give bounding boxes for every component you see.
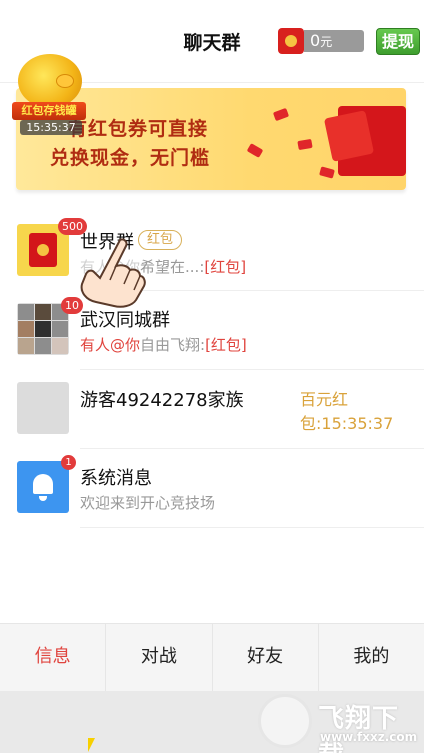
piggy-bank-widget[interactable]: 红包存钱罐 15:35:37 xyxy=(10,48,86,136)
message-red-packet: [红包] xyxy=(204,258,247,276)
watermark-logo-icon xyxy=(258,694,312,748)
red-envelope-icon xyxy=(338,106,406,176)
row-divider xyxy=(80,527,424,528)
tab-me[interactable]: 我的 xyxy=(319,624,424,691)
chat-name: 游客49242278家族 xyxy=(80,390,244,411)
tab-friends[interactable]: 好友 xyxy=(213,624,319,691)
message-body: 希望在...: xyxy=(140,258,205,276)
tab-messages[interactable]: 信息 xyxy=(0,624,107,691)
red-packet-icon xyxy=(278,28,304,54)
system-avatar xyxy=(17,461,69,513)
chat-name: 武汉同城群 xyxy=(80,310,170,331)
red-packet-icon xyxy=(29,233,57,267)
watermark-text: 飞翔下载 xyxy=(318,704,400,753)
hand-pointer-icon xyxy=(80,238,146,308)
watermark: 飞翔下载 www.fxxz.com xyxy=(258,694,418,753)
banner-line-1: 有红包券可直接 xyxy=(68,118,209,140)
flying-red-packet-icon xyxy=(297,138,313,151)
piggy-bank-timer: 15:35:37 xyxy=(20,120,82,135)
message-mention: 有人@你 xyxy=(80,336,141,354)
bottom-tab-bar: 信息 对战 好友 我的 xyxy=(0,623,424,691)
wallet-bar: 0元 xyxy=(304,30,364,52)
flying-red-packet-icon xyxy=(319,166,335,179)
message-sender: 自由飞翔: xyxy=(140,336,206,354)
flying-red-packet-icon xyxy=(246,143,264,158)
watermark-url: www.fxxz.com xyxy=(320,730,418,744)
banner-line-2: 兑换现金，无门槛 xyxy=(50,147,211,169)
wuhan-group-avatar xyxy=(17,303,69,355)
flying-red-packet-icon xyxy=(272,107,290,122)
chat-last-message: 有人@你自由飞翔:[红包] xyxy=(80,334,247,355)
wallet-amount-value: 0 xyxy=(310,31,321,50)
tab-battle[interactable]: 对战 xyxy=(106,624,213,691)
family-avatar xyxy=(17,382,69,434)
message-red-packet: [红包] xyxy=(205,336,247,354)
chat-last-message: 欢迎来到开心竞技场 xyxy=(80,494,216,512)
bell-icon xyxy=(33,474,53,501)
wallet-unit: 元 xyxy=(320,35,333,49)
wallet-amount: 0元 xyxy=(310,31,332,50)
unread-count-badge: 1 xyxy=(61,455,76,470)
chat-name: 系统消息 xyxy=(80,468,152,489)
withdraw-button[interactable]: 提现 xyxy=(376,28,420,55)
piggy-bank-label: 红包存钱罐 xyxy=(12,102,86,120)
mouse-cursor-icon xyxy=(88,738,95,752)
pig-snout xyxy=(56,74,74,88)
red-packet-timer: 百元红包:15:35:37 xyxy=(300,390,394,433)
